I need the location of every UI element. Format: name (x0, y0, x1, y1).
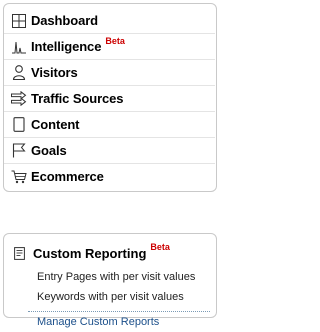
dashboard-grid-icon (11, 13, 27, 29)
goal-flag-icon (11, 143, 27, 159)
report-nav-panel: Dashboard Intelligence Beta Visitors Tra… (3, 3, 217, 192)
nav-item-intelligence[interactable]: Intelligence Beta (4, 34, 215, 60)
report-nav-list: Dashboard Intelligence Beta Visitors Tra… (4, 4, 216, 189)
traffic-arrows-icon (11, 91, 27, 107)
nav-item-ecommerce[interactable]: Ecommerce (4, 164, 215, 189)
nav-label-intelligence: Intelligence (31, 39, 102, 54)
shopping-cart-icon (11, 169, 27, 185)
nav-item-dashboard[interactable]: Dashboard (4, 8, 215, 34)
custom-report-link-entry-pages[interactable]: Entry Pages with per visit values (4, 267, 216, 287)
manage-custom-reports-link[interactable]: Manage Custom Reports (4, 312, 216, 332)
custom-reporting-header[interactable]: Custom Reporting Beta (4, 234, 216, 263)
nav-label-traffic-sources: Traffic Sources (31, 91, 124, 106)
custom-reporting-panel: Custom Reporting Beta Entry Pages with p… (3, 233, 217, 328)
nav-label-goals: Goals (31, 143, 67, 158)
content-page-icon (11, 117, 27, 133)
beta-badge: Beta (150, 242, 170, 252)
nav-label-visitors: Visitors (31, 65, 78, 80)
nav-label-content: Content (31, 117, 80, 132)
nav-item-visitors[interactable]: Visitors (4, 60, 215, 86)
custom-reporting-title: Custom Reporting (33, 245, 147, 261)
nav-item-goals[interactable]: Goals (4, 138, 215, 164)
nav-item-content[interactable]: Content (4, 112, 215, 138)
visitor-person-icon (11, 65, 27, 81)
report-document-icon (11, 245, 27, 261)
beta-badge: Beta (105, 35, 125, 46)
nav-item-traffic-sources[interactable]: Traffic Sources (4, 86, 215, 112)
nav-label-ecommerce: Ecommerce (31, 169, 104, 184)
intelligence-pulse-icon (11, 39, 27, 55)
custom-report-link-keywords[interactable]: Keywords with per visit values (4, 287, 216, 307)
nav-label-dashboard: Dashboard (31, 13, 99, 28)
